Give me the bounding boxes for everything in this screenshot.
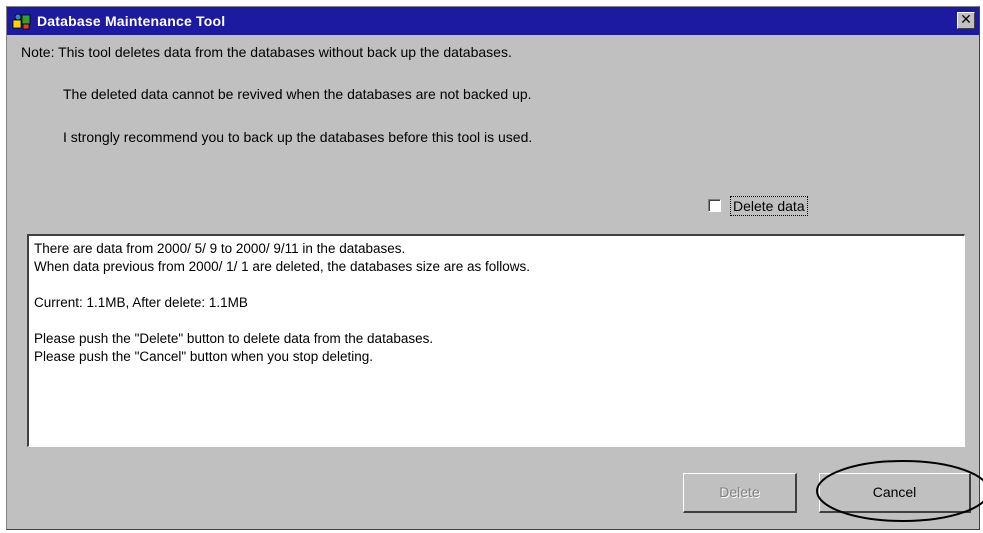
message-line-previous: When data previous from 2000/ 1/ 1 are d… [34, 259, 531, 274]
delete-data-checkbox[interactable] [708, 199, 721, 212]
warning-note-line-1: Note: This tool deletes data from the da… [21, 44, 512, 60]
warning-note-line-3: I strongly recommend you to back up the … [63, 129, 533, 145]
close-icon[interactable]: ✕ [957, 12, 975, 29]
message-line-delete-instruction: Please push the "Delete" button to delet… [34, 331, 434, 346]
message-line-cancel-instruction: Please push the "Cancel" button when you… [34, 349, 374, 364]
warning-note-line-2: The deleted data cannot be revived when … [63, 86, 532, 102]
delete-button-label: Delete [719, 484, 760, 500]
message-line-range: There are data from 2000/ 5/ 9 to 2000/ … [34, 241, 406, 256]
database-tool-icon [12, 13, 31, 30]
window-title: Database Maintenance Tool [37, 13, 226, 29]
title-bar[interactable]: Database Maintenance Tool ✕ [7, 7, 979, 35]
delete-data-label[interactable]: Delete data [730, 196, 808, 216]
dialog-window: Database Maintenance Tool ✕ Note: This t… [6, 6, 983, 530]
delete-button[interactable]: Delete [683, 473, 797, 513]
message-text-area[interactable]: There are data from 2000/ 5/ 9 to 2000/ … [27, 234, 965, 447]
cancel-button[interactable]: Cancel [819, 473, 971, 513]
message-line-size: Current: 1.1MB, After delete: 1.1MB [34, 295, 248, 310]
